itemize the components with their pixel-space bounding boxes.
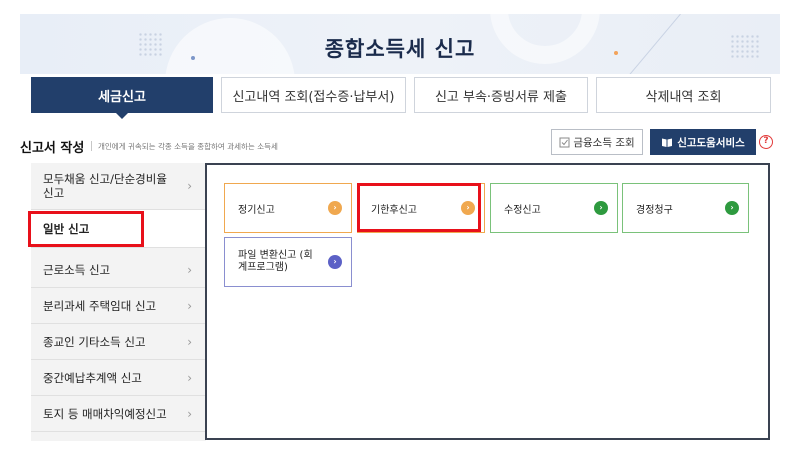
sidebar-item-label: 모두채움 신고/단순경비율 신고 — [43, 172, 167, 200]
filing-help-button[interactable]: 신고도움서비스 — [650, 129, 756, 155]
divider — [91, 141, 92, 151]
sidebar-item-label: 일반 신고 — [43, 221, 90, 236]
sidebar-item-religious[interactable]: 종교인 기타소득 신고 › — [31, 324, 206, 360]
tab-deleted-history[interactable]: 삭제내역 조회 — [595, 77, 772, 113]
sidebar-item-general[interactable]: 일반 신고 — [31, 210, 206, 248]
sidebar-item-rental[interactable]: 분리과세 주택임대 신고 › — [31, 288, 206, 324]
card-label: 파일 변환신고 (회계프로그램) — [238, 250, 313, 273]
header-banner: 종합소득세 신고 — [20, 14, 780, 74]
card-label: 수정신고 — [504, 204, 541, 216]
chevron-right-icon: › — [187, 406, 192, 421]
book-icon — [662, 138, 673, 147]
section-description: 개인에게 귀속되는 각종 소득을 종합하여 과세하는 소득세 — [98, 142, 278, 151]
sidebar-item-label: 종교인 기타소득 신고 — [43, 334, 146, 349]
sidebar-item-simplified[interactable]: 모두채움 신고/단순경비율 신고 › — [31, 163, 206, 210]
sidebar-item-interim[interactable]: 중간예납추계액 신고 › — [31, 360, 206, 396]
correction-claim-card[interactable]: 경정청구 › — [622, 183, 749, 233]
chevron-right-icon: › — [187, 334, 192, 349]
late-filing-card[interactable]: 기한후신고 › — [357, 183, 485, 233]
sidebar-item-label: 토지 등 매매차익예정신고 — [43, 406, 167, 421]
checklist-icon — [559, 137, 570, 147]
card-label: 기한후신고 — [371, 204, 417, 216]
arrow-right-icon: › — [461, 201, 475, 215]
main-tabs: 세금신고 신고내역 조회(접수증·납부서) 신고 부속·증빙서류 제출 삭제내역… — [31, 77, 772, 119]
regular-filing-card[interactable]: 정기신고 › — [224, 183, 352, 233]
chevron-right-icon: › — [187, 298, 192, 313]
finance-income-label: 금융소득 조회 — [573, 136, 635, 149]
sidebar-item-label: 분리과세 주택임대 신고 — [43, 298, 157, 313]
sidebar-item-land-sale[interactable]: 토지 등 매매차익예정신고 › — [31, 396, 206, 432]
chevron-right-icon: › — [187, 370, 192, 385]
help-question-icon[interactable]: ? — [759, 135, 773, 149]
tab-document-submit[interactable]: 신고 부속·증빙서류 제출 — [413, 77, 588, 113]
arrow-right-icon: › — [328, 255, 342, 269]
amended-filing-card[interactable]: 수정신고 › — [490, 183, 618, 233]
card-label: 경정청구 — [636, 204, 673, 216]
arrow-right-icon: › — [594, 201, 608, 215]
filing-help-label: 신고도움서비스 — [677, 136, 745, 149]
finance-income-button[interactable]: 금융소득 조회 — [551, 129, 643, 155]
card-label: 정기신고 — [238, 204, 275, 216]
tab-tax-filing[interactable]: 세금신고 — [31, 77, 213, 119]
sidebar-item-label: 중간예납추계액 신고 — [43, 370, 142, 385]
sidebar-item-earned-income[interactable]: 근로소득 신고 › — [31, 252, 206, 288]
tab-filing-history[interactable]: 신고내역 조회(접수증·납부서) — [220, 77, 406, 113]
page-title: 종합소득세 신고 — [324, 37, 476, 61]
file-conversion-card[interactable]: 파일 변환신고 (회계프로그램) › — [224, 237, 352, 287]
sidebar: 모두채움 신고/단순경비율 신고 › 일반 신고 근로소득 신고 › 분리과세 … — [31, 163, 206, 441]
arrow-right-icon: › — [725, 201, 739, 215]
chevron-right-icon: › — [187, 179, 192, 193]
sidebar-item-label: 근로소득 신고 — [43, 262, 111, 277]
arrow-right-icon: › — [328, 201, 342, 215]
section-title: 신고서 작성 — [20, 141, 85, 156]
chevron-right-icon: › — [187, 262, 192, 277]
